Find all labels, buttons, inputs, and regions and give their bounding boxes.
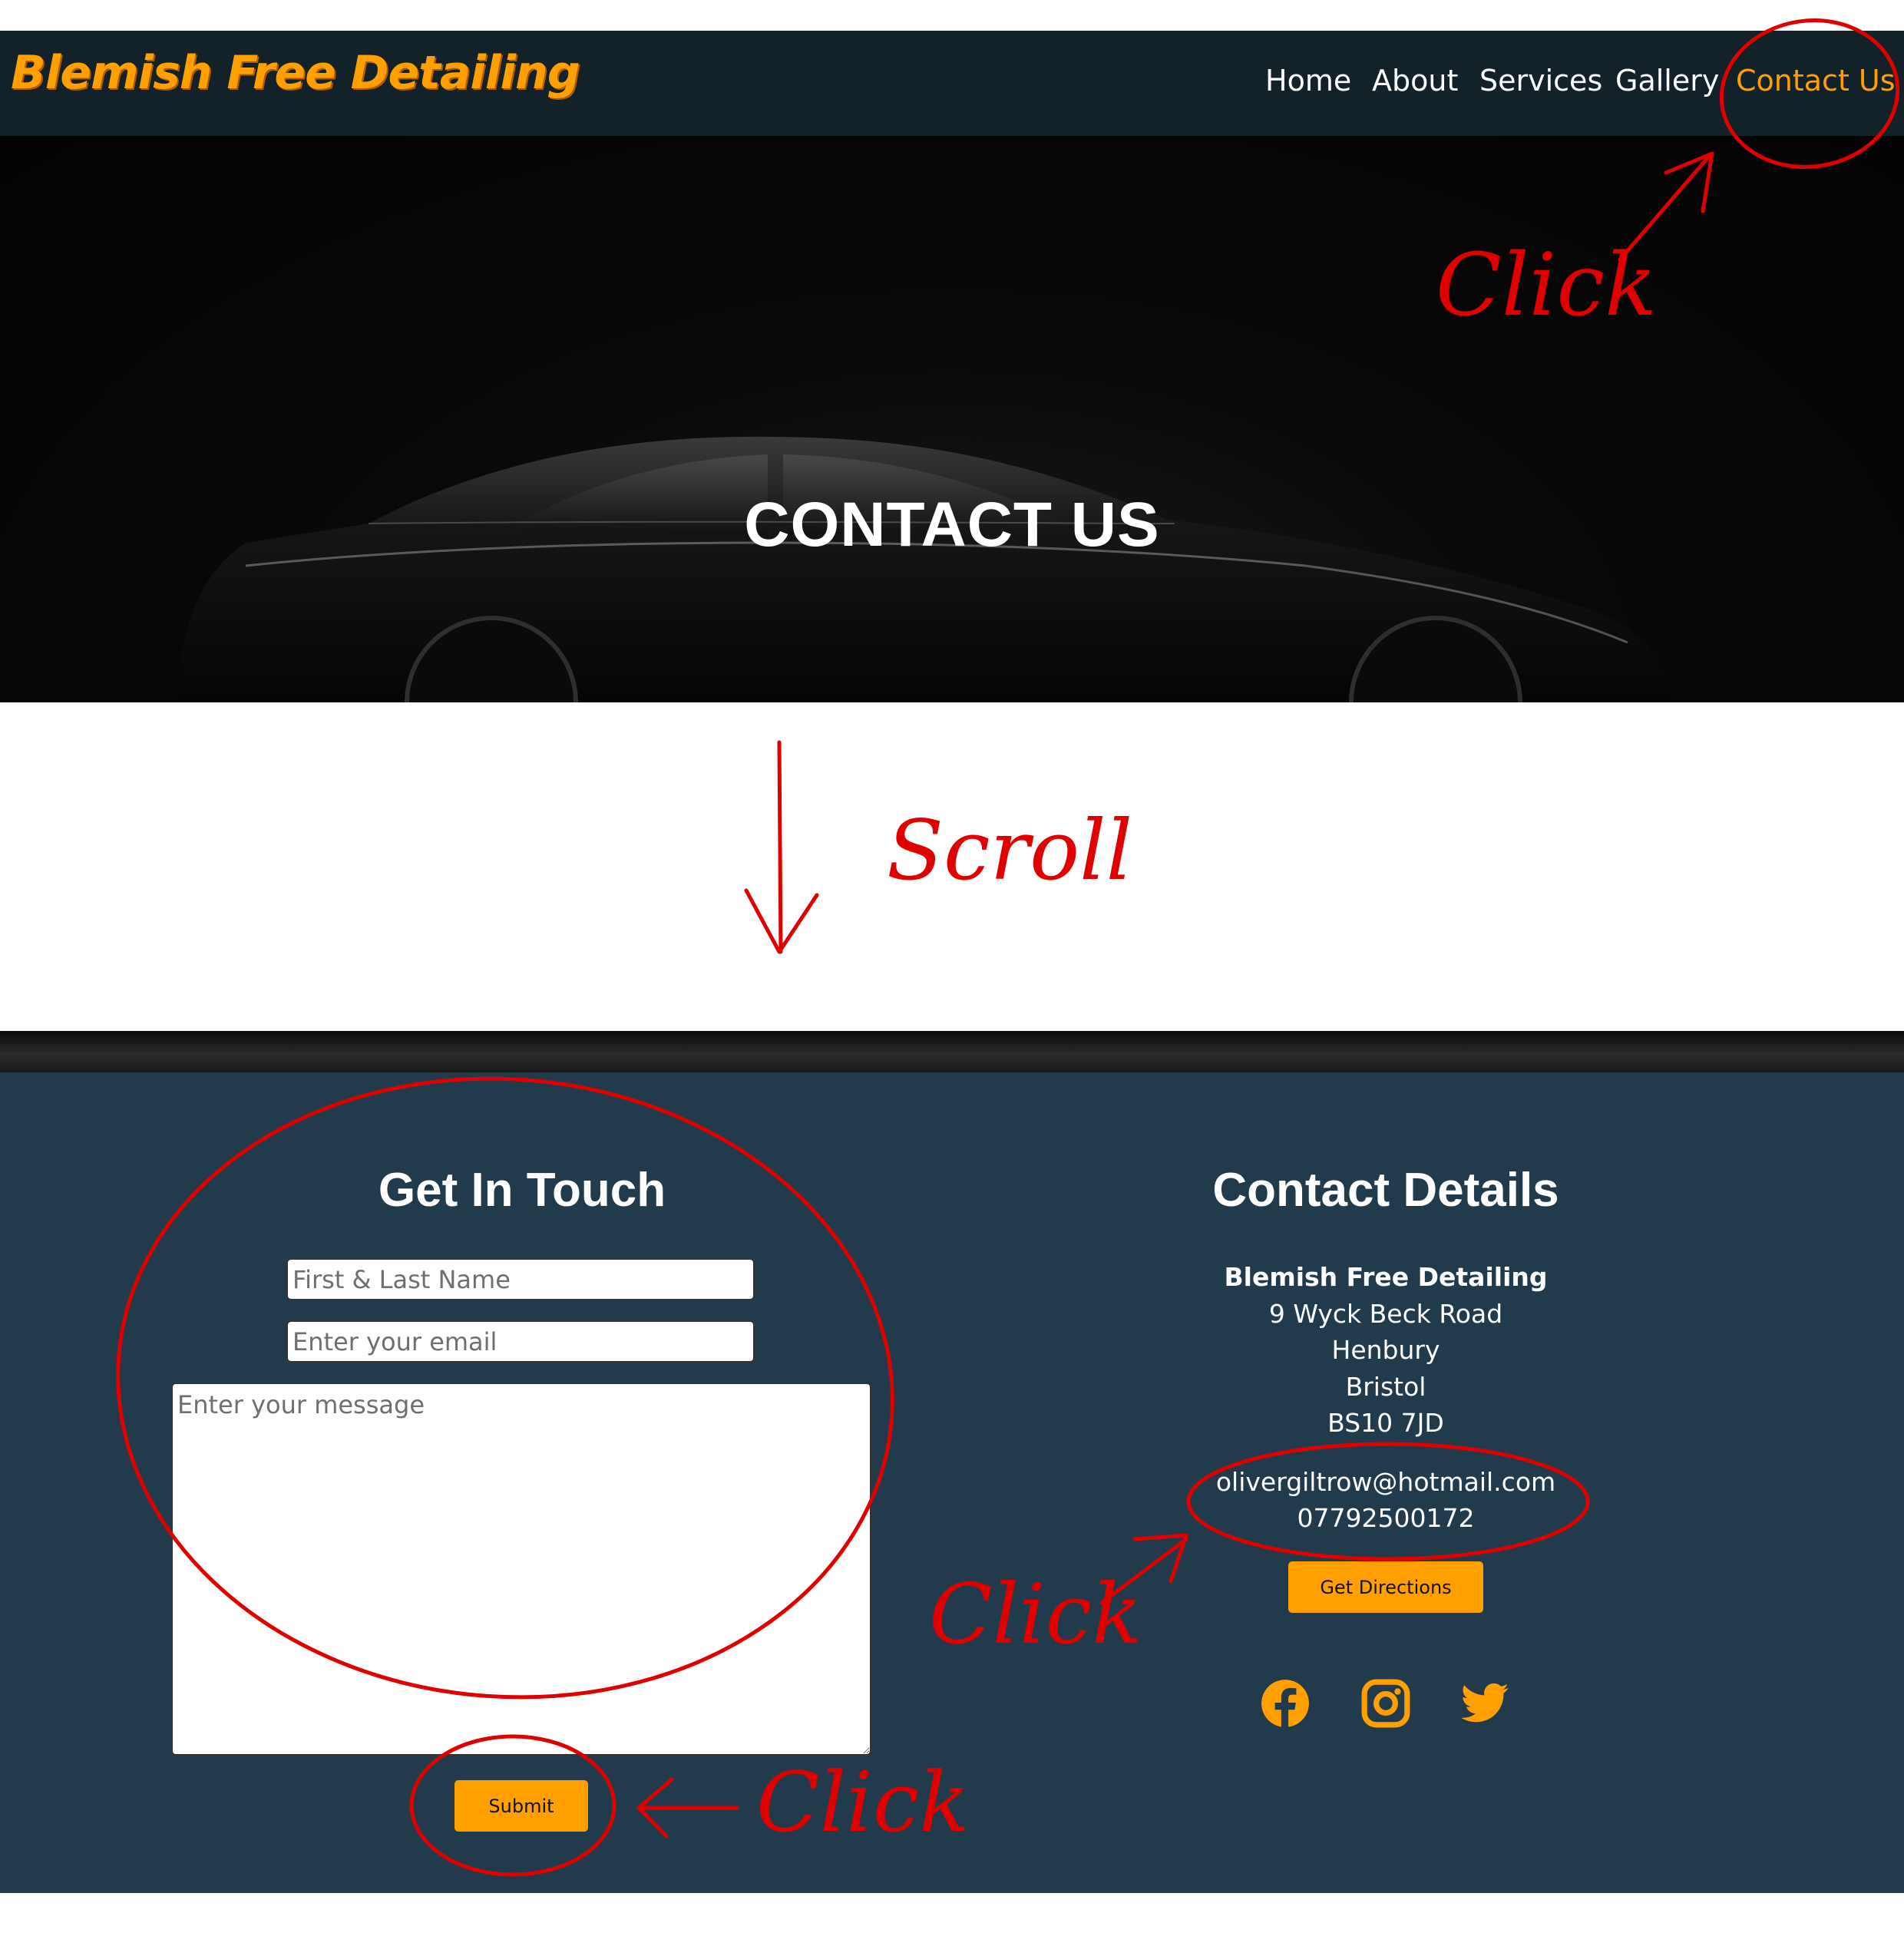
contact-details-heading: Contact Details — [1212, 1164, 1559, 1217]
nav-link-contact-us[interactable]: Contact Us — [1736, 58, 1896, 104]
address-block: Blemish Free Detailing 9 Wyck Beck Road … — [1155, 1259, 1616, 1442]
address-postcode: BS10 7JD — [1327, 1408, 1444, 1439]
annotation-arrow-scroll — [777, 740, 783, 954]
section-divider — [0, 1031, 1904, 1072]
address-street: 9 Wyck Beck Road — [1268, 1298, 1503, 1329]
submit-button[interactable]: Submit — [455, 1780, 588, 1832]
email-link[interactable]: olivergiltrow@hotmail.com — [1155, 1464, 1616, 1500]
car-silhouette-image — [177, 436, 1674, 702]
name-field[interactable] — [286, 1258, 755, 1300]
phone-link[interactable]: 07792500172 — [1155, 1500, 1616, 1536]
get-directions-button[interactable]: Get Directions — [1288, 1561, 1483, 1613]
email-field[interactable] — [286, 1320, 755, 1363]
nav-link-home[interactable]: Home — [1265, 58, 1351, 104]
contact-links: olivergiltrow@hotmail.com 07792500172 — [1155, 1464, 1616, 1536]
address-business-name: Blemish Free Detailing — [1224, 1262, 1548, 1292]
twitter-icon[interactable] — [1459, 1678, 1510, 1729]
facebook-icon[interactable] — [1260, 1678, 1311, 1729]
nav-link-gallery[interactable]: Gallery — [1615, 58, 1719, 104]
nav-link-about[interactable]: About — [1372, 58, 1458, 104]
message-field[interactable] — [171, 1383, 871, 1756]
annotation-text-scroll: Scroll — [887, 803, 1132, 899]
hero-banner: CONTACT US — [0, 136, 1904, 702]
hero-title: CONTACT US — [744, 490, 1160, 560]
address-city: Bristol — [1345, 1371, 1426, 1402]
get-in-touch-heading: Get In Touch — [378, 1164, 666, 1217]
instagram-icon[interactable] — [1360, 1678, 1411, 1729]
annotation-arrowhead-scroll — [744, 888, 819, 954]
address-area: Henbury — [1331, 1335, 1440, 1366]
site-logo[interactable]: Blemish Free Detailing — [11, 46, 580, 100]
nav-link-services[interactable]: Services — [1479, 58, 1602, 104]
